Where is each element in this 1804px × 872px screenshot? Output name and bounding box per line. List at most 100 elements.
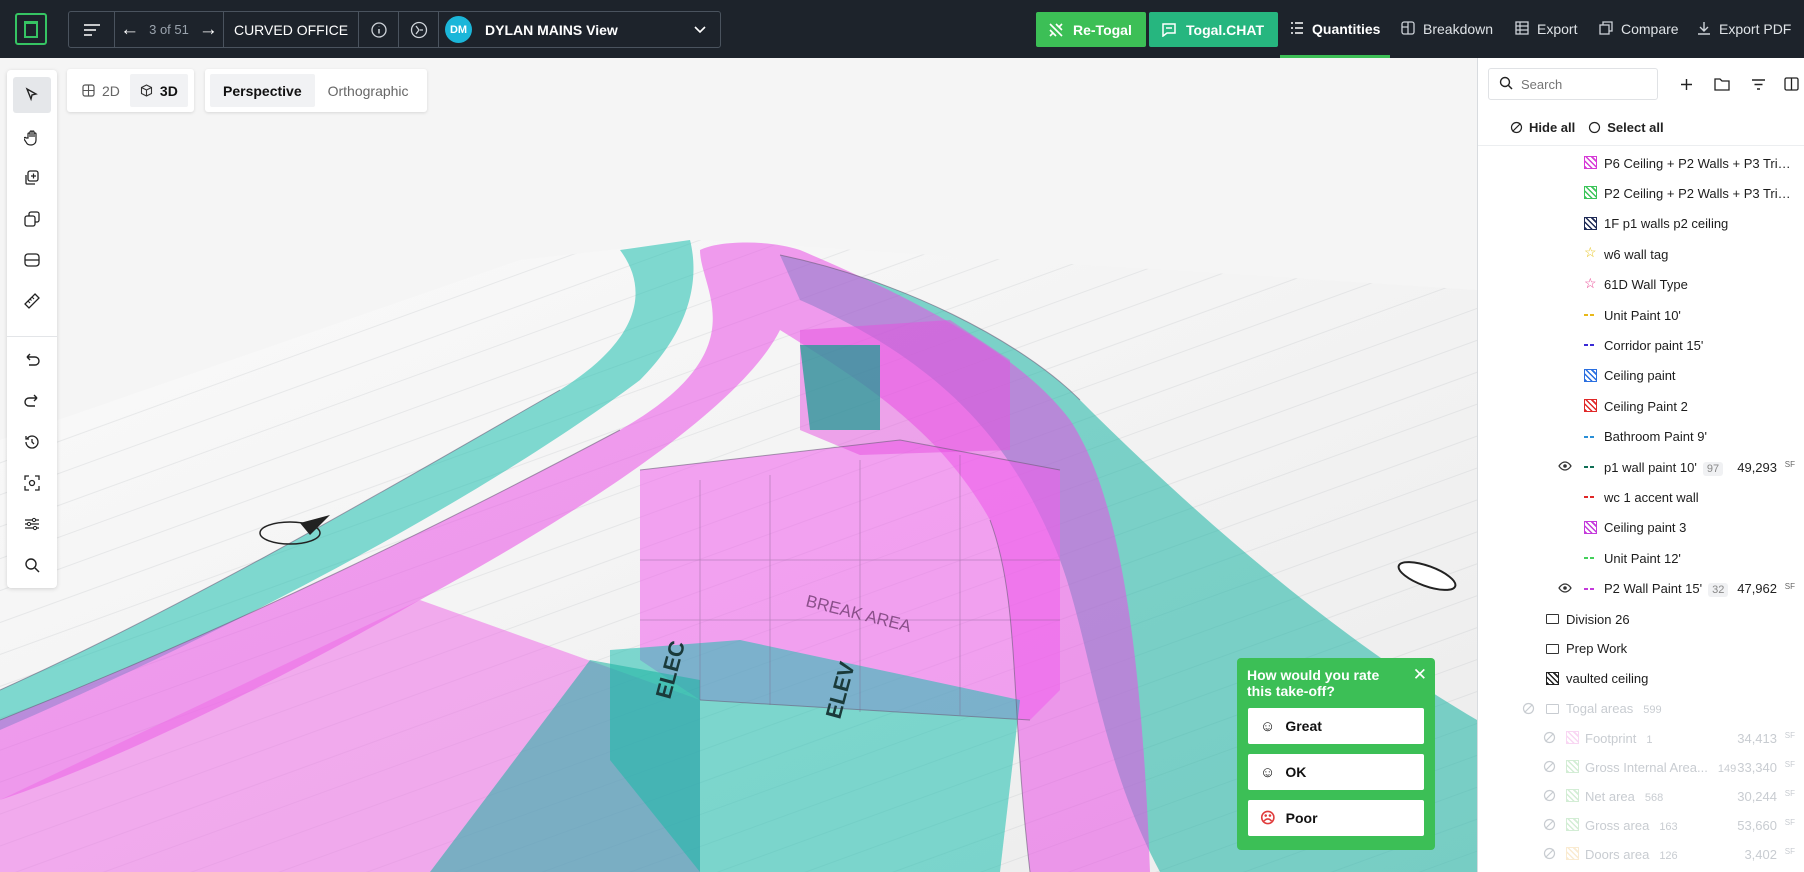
duplicate-tool[interactable] [13,201,51,237]
nav-quantities[interactable]: Quantities [1279,0,1391,58]
chevron-down-icon[interactable] [694,22,706,37]
eye-off-icon[interactable] [1543,731,1556,744]
hide-all-button[interactable]: Hide all [1510,120,1575,135]
project-name[interactable]: CURVED OFFICE [224,12,359,47]
toggle-2d[interactable]: 2D [72,74,130,107]
quantity-item[interactable]: P6 Ceiling + P2 Walls + P3 Trim... [1478,148,1804,178]
quantity-item[interactable]: Ceiling paint [1478,361,1804,391]
menu-icon[interactable] [69,12,115,47]
nav-export-pdf[interactable]: Export PDF [1697,0,1791,58]
grid-globe-icon [82,84,95,97]
table-icon [1515,20,1529,38]
eye-icon[interactable] [1558,582,1572,596]
eye-off-icon[interactable] [1543,818,1556,831]
rate-ok-button[interactable]: ☺ OK [1248,754,1424,790]
next-arrow-icon[interactable]: → [199,19,218,41]
rate-poor-button[interactable]: ☹ Poor [1248,800,1424,836]
nav-compare[interactable]: Compare [1599,0,1679,58]
retogal-button[interactable]: Re-Togal [1036,12,1146,47]
hatch-swatch-icon [1584,186,1597,200]
item-amount: 34,413 [1737,730,1777,746]
redo-button[interactable] [13,383,51,419]
nav-breakdown[interactable]: Breakdown [1401,0,1493,58]
measure-tool[interactable] [13,283,51,319]
quantity-item[interactable]: Ceiling paint 3 [1478,513,1804,543]
toggle-3d[interactable]: 3D [129,74,188,107]
download-icon [1697,21,1711,38]
cube-icon [140,84,152,97]
togal-areas-group[interactable]: Togal areas 599 [1478,694,1804,724]
select-all-button[interactable]: Select all [1588,120,1664,135]
box-select-tool[interactable] [13,242,51,278]
quantity-item[interactable]: Unit Paint 10' [1478,300,1804,330]
search-input[interactable] [1521,76,1641,92]
togal-area-item[interactable]: Net area 568 30,244 SF [1478,781,1804,811]
zoom-search-button[interactable] [13,547,51,583]
quantity-item[interactable]: Corridor paint 15' [1478,330,1804,360]
togal-logo[interactable] [15,13,47,45]
togal-area-item[interactable]: Doors area 126 3,402 SF [1478,839,1804,869]
folder-item[interactable]: Prep Work [1478,634,1804,664]
quantity-item-label: w6 wall tag [1604,246,1669,262]
plus-icon [1680,78,1692,90]
hide-all-label: Hide all [1529,120,1576,135]
history-button[interactable] [13,424,51,460]
nav-export-label: Export [1537,21,1578,37]
info-icon[interactable] [359,12,399,47]
quantity-item-label: wc 1 accent wall [1604,489,1699,505]
folder-item[interactable]: Division 26 [1478,604,1804,634]
select-tool[interactable] [13,77,51,113]
hatch-swatch-icon [1566,789,1579,803]
panel-toggle-button[interactable] [1779,72,1803,96]
togal-area-item[interactable]: Gross Internal Area... 149 33,340 SF [1478,752,1804,782]
quantity-item[interactable]: P2 Wall Paint 15' 32 47,962 SF [1478,574,1804,604]
quantity-item[interactable]: Bathroom Paint 9' [1478,422,1804,452]
filter-button[interactable] [1746,72,1770,96]
close-icon[interactable]: ✕ [1413,665,1427,685]
add-button[interactable] [1674,72,1698,96]
nav-export[interactable]: Export [1515,0,1577,58]
search-field[interactable] [1488,68,1658,100]
quantity-item-label: 61D Wall Type [1604,277,1688,293]
togal-area-item[interactable]: Gross area 163 53,660 SF [1478,810,1804,840]
select-all-label: Select all [1607,120,1664,135]
quantity-item-label: Ceiling paint [1604,368,1676,384]
quantity-item[interactable]: wc 1 accent wall [1478,482,1804,512]
togal-area-label: Footprint 1 [1585,731,1656,746]
eye-off-icon[interactable] [1543,760,1556,773]
eye-off-icon[interactable] [1522,702,1535,715]
new-folder-button[interactable] [1710,72,1734,96]
copy-layers-tool[interactable] [13,160,51,196]
focus-icon [24,475,40,491]
prev-arrow-icon[interactable]: ← [120,19,139,41]
quantity-item[interactable]: P2 Ceiling + P2 Walls + P3 Trim... [1478,178,1804,208]
quantity-item[interactable]: ☆ w6 wall tag [1478,239,1804,269]
quantity-item[interactable]: p1 wall paint 10' 97 49,293 SF [1478,452,1804,482]
undo-button[interactable] [13,342,51,378]
quantity-item[interactable]: 1F p1 walls p2 ceiling [1478,209,1804,239]
toggle-orthographic[interactable]: Orthographic [315,74,422,107]
item-amount: 47,962 [1737,581,1777,597]
select-icon [25,87,38,102]
quantity-item[interactable]: Ceiling Paint 2 [1478,391,1804,421]
settings-sliders-button[interactable] [13,506,51,542]
item-unit: SF [1784,847,1795,857]
focus-button[interactable] [13,465,51,501]
quantity-item[interactable]: ☆ 61D Wall Type [1478,270,1804,300]
rate-ok-label: OK [1285,764,1307,780]
copy-layers-icon [25,170,39,185]
view-selector[interactable]: DM DYLAN MAINS View [439,12,720,47]
eye-off-icon[interactable] [1543,847,1556,860]
quantity-item[interactable]: vaulted ceiling [1478,664,1804,694]
pan-tool[interactable] [13,119,51,155]
star-swatch-icon: ☆ [1584,274,1597,291]
togal-area-item[interactable]: Footprint 1 34,413 SF [1478,723,1804,753]
ai-settings-icon[interactable] [399,12,439,47]
toggle-perspective[interactable]: Perspective [210,74,315,107]
quantity-item[interactable]: Unit Paint 12' [1478,543,1804,573]
togal-chat-button[interactable]: Togal.CHAT [1149,12,1279,47]
item-count-badge: 163 [1659,820,1678,833]
eye-icon[interactable] [1558,460,1572,474]
eye-off-icon[interactable] [1543,789,1556,802]
rate-great-button[interactable]: ☺ Great [1248,708,1424,744]
